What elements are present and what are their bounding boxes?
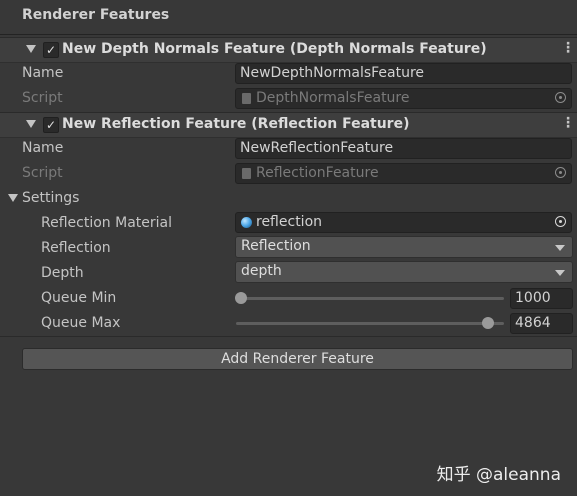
reflection-row: Reflection Reflection <box>0 236 577 261</box>
name-value: NewReflectionFeature <box>240 140 394 156</box>
queue-max-slider-thumb[interactable] <box>481 317 494 329</box>
queue-min-slider-thumb[interactable] <box>235 292 247 304</box>
queue-min-slider[interactable] <box>235 292 504 304</box>
dropdown-arrow-icon <box>555 270 565 276</box>
script-row: Script ReflectionFeature <box>0 162 577 186</box>
renderer-features-inspector: Renderer Features ✓ New Depth Normals Fe… <box>0 0 577 496</box>
depth-dropdown[interactable]: depth <box>235 261 573 283</box>
reflection-material-value: reflection <box>256 214 323 230</box>
reflection-value: Reflection <box>241 238 311 254</box>
kebab-menu-icon[interactable]: ⋮ <box>561 40 575 56</box>
queue-min-value: 1000 <box>515 290 551 306</box>
triangle-down-icon[interactable] <box>26 120 36 128</box>
divider <box>0 336 577 337</box>
name-value: NewDepthNormalsFeature <box>240 65 425 81</box>
queue-max-value: 4864 <box>515 315 551 331</box>
queue-min-input[interactable]: 1000 <box>510 288 573 309</box>
section-title: Renderer Features <box>22 7 170 23</box>
name-label: Name <box>22 140 64 156</box>
add-renderer-feature-button[interactable]: Add Renderer Feature <box>22 348 573 370</box>
settings-foldout[interactable]: Settings <box>0 187 577 211</box>
script-value: ReflectionFeature <box>256 165 379 181</box>
script-file-icon <box>242 168 251 179</box>
reflection-label: Reflection <box>41 240 111 256</box>
material-sphere-icon <box>241 217 252 228</box>
script-row: Script DepthNormalsFeature <box>0 87 577 111</box>
name-row: Name NewReflectionFeature <box>0 137 577 161</box>
kebab-menu-icon[interactable]: ⋮ <box>561 115 575 131</box>
triangle-down-icon[interactable] <box>26 45 36 53</box>
checkmark-icon[interactable]: ✓ <box>43 117 59 133</box>
checkmark-icon[interactable]: ✓ <box>43 42 59 58</box>
reflection-material-label: Reflection Material <box>41 215 172 231</box>
triangle-down-icon[interactable] <box>8 194 18 202</box>
dropdown-arrow-icon <box>555 245 565 251</box>
script-label: Script <box>22 90 63 106</box>
section-header: Renderer Features <box>0 0 577 35</box>
queue-max-row: Queue Max 4864 <box>0 312 577 336</box>
reflection-material-row: Reflection Material reflection <box>0 212 577 236</box>
queue-min-row: Queue Min 1000 <box>0 287 577 311</box>
reflection-material-field[interactable]: reflection <box>235 212 572 233</box>
object-picker-icon[interactable] <box>555 216 566 227</box>
script-label: Script <box>22 165 63 181</box>
feature-title: New Reflection Feature (Reflection Featu… <box>62 116 410 132</box>
name-field[interactable]: NewReflectionFeature <box>235 138 572 159</box>
script-field: DepthNormalsFeature <box>235 88 572 109</box>
feature-header-reflection[interactable]: ✓ New Reflection Feature (Reflection Fea… <box>0 112 577 138</box>
script-file-icon <box>242 93 251 104</box>
queue-min-label: Queue Min <box>41 290 117 306</box>
name-field[interactable]: NewDepthNormalsFeature <box>235 63 572 84</box>
queue-max-slider[interactable] <box>236 317 504 329</box>
object-picker-icon <box>555 92 566 103</box>
name-label: Name <box>22 65 64 81</box>
queue-max-label: Queue Max <box>41 315 121 331</box>
depth-row: Depth depth <box>0 261 577 286</box>
settings-label[interactable]: Settings <box>22 190 79 206</box>
depth-value: depth <box>241 263 282 279</box>
object-picker-icon <box>555 167 566 178</box>
queue-max-input[interactable]: 4864 <box>510 313 573 334</box>
feature-header-depth-normals[interactable]: ✓ New Depth Normals Feature (Depth Norma… <box>0 37 577 63</box>
watermark: 知乎 @aleanna <box>436 465 561 485</box>
depth-label: Depth <box>41 265 84 281</box>
reflection-dropdown[interactable]: Reflection <box>235 236 573 258</box>
feature-title: New Depth Normals Feature (Depth Normals… <box>62 41 487 57</box>
script-value: DepthNormalsFeature <box>256 90 410 106</box>
name-row: Name NewDepthNormalsFeature <box>0 62 577 86</box>
script-field: ReflectionFeature <box>235 163 572 184</box>
